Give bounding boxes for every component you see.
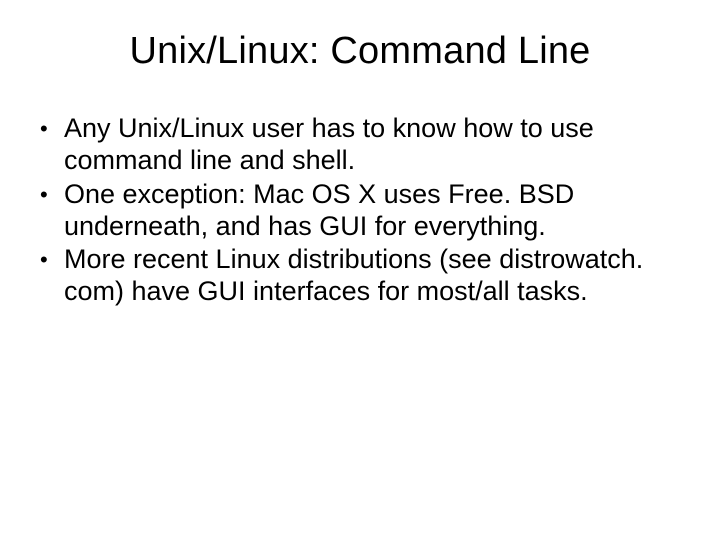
- slide-title: Unix/Linux: Command Line: [30, 30, 690, 73]
- list-item: More recent Linux distributions (see dis…: [30, 244, 680, 308]
- slide: Unix/Linux: Command Line Any Unix/Linux …: [0, 0, 720, 540]
- list-item: Any Unix/Linux user has to know how to u…: [30, 113, 680, 177]
- bullet-list: Any Unix/Linux user has to know how to u…: [30, 113, 690, 308]
- list-item: One exception: Mac OS X uses Free. BSD u…: [30, 179, 680, 243]
